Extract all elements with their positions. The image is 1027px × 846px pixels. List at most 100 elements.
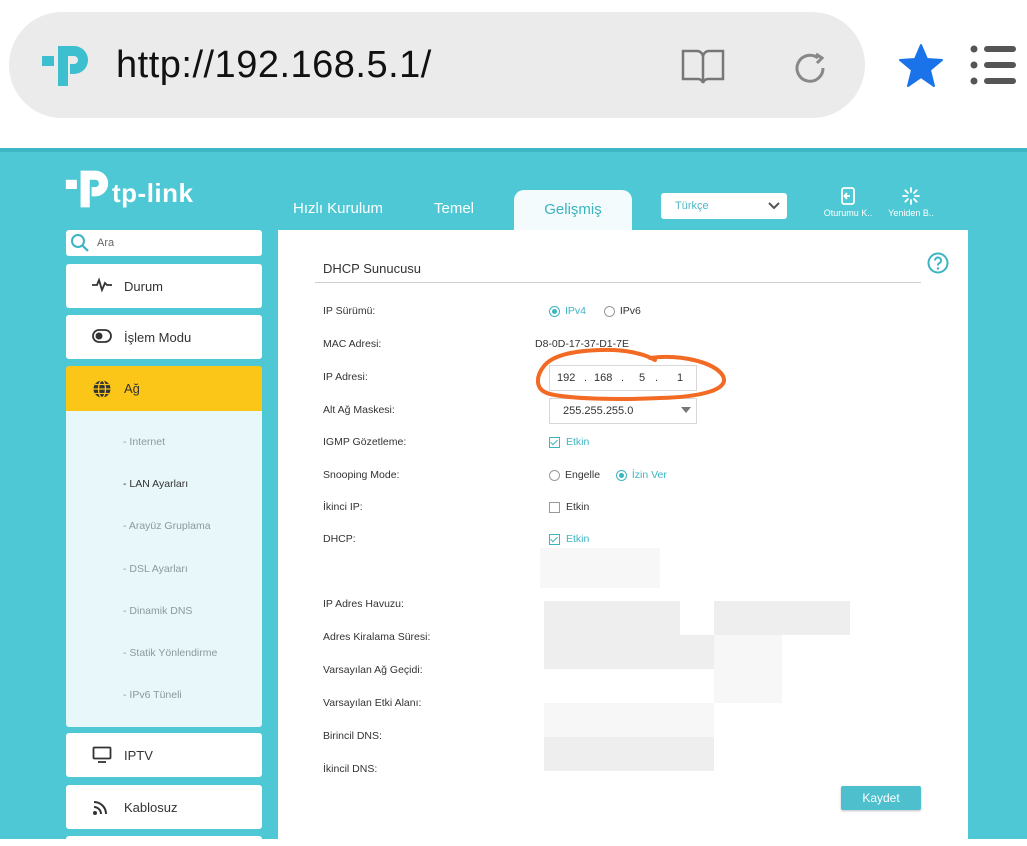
ipv6-radio[interactable] [603,305,615,317]
wireless-icon [93,801,107,815]
ip-octet-1[interactable]: 192 [557,372,575,384]
subnet-mask-value: 255.255.255.0 [563,405,634,417]
mac-value: D8-0D-17-37-D1-7E [535,338,629,350]
dhcp-option-label: Etkin [566,533,590,545]
snooping-group: Engelle İzin Ver [549,469,667,481]
second-ip-label: İkinci IP: [323,501,363,513]
submenu-dynamic-dns[interactable]: - Dinamik DNS [123,605,192,617]
pulse-icon [92,277,112,293]
help-icon[interactable] [927,252,949,274]
submenu-lan-settings[interactable]: - LAN Ayarları [123,478,188,490]
igmp-checkbox[interactable] [549,436,560,448]
tab-quick-setup[interactable]: Hızlı Kurulum [293,200,383,217]
snooping-block-radio[interactable] [549,469,560,481]
save-button[interactable]: Kaydet [841,786,921,810]
sidebar-item-label: Ağ [124,381,140,396]
browser-toolbar: http://192.168.5.1/ [0,0,1027,148]
ip-dot: . [584,372,588,384]
language-select[interactable]: Türkçe [661,193,787,219]
ip-dot: . [655,372,659,384]
ip-address-field[interactable]: 192 . 168 . 5 . 1 [549,365,697,391]
redacted-lease [544,635,714,669]
igmp-option-label: Etkin [566,436,590,448]
globe-icon [93,379,111,399]
ip-version-group: IPv4 IPv6 [549,305,641,317]
redacted-pool-start [544,601,680,635]
ip-version-label: IP Sürümü: [323,305,376,317]
monitor-icon [92,746,112,763]
logout-icon [841,187,855,205]
logout-button[interactable]: Oturumu K.. [818,187,878,218]
sidebar-item-iptv[interactable]: IPTV [66,733,262,777]
snooping-allow-label: İzin Ver [631,469,667,481]
ipv6-label: IPv6 [619,305,641,317]
submenu-dsl-settings[interactable]: - DSL Ayarları [123,563,188,575]
second-ip-option-label: Etkin [566,501,590,513]
sidebar-item-operation-mode[interactable]: İşlem Modu [66,315,262,359]
sidebar-item-label: Durum [124,279,164,294]
reboot-label: Yeniden B.. [888,208,934,218]
dns2-label: İkincil DNS: [323,763,378,775]
reboot-button[interactable]: Yeniden B.. [880,187,942,218]
redacted-area [540,548,660,588]
language-value: Türkçe [675,200,709,212]
dropdown-arrow-icon [681,407,691,413]
search-icon [71,234,89,252]
dhcp-label: DHCP: [323,533,356,545]
dhcp-group: Etkin [549,533,589,545]
igmp-group: Etkin [549,436,589,448]
redacted-dns [544,737,714,771]
submenu-ipv6-tunnel[interactable]: - IPv6 Tüneli [123,689,182,701]
chevron-down-icon [768,202,780,210]
network-submenu: - Internet - LAN Ayarları - Arayüz Grupl… [66,411,262,727]
bookmark-star-icon[interactable] [896,42,946,90]
toggle-icon [92,329,112,343]
search-placeholder: Ara [97,237,115,249]
section-title: DHCP Sunucusu [323,261,422,276]
second-ip-group: Etkin [549,501,589,513]
ip-octet-2[interactable]: 168 [594,372,612,384]
sidebar-item-wireless[interactable]: Kablosuz [66,785,262,829]
igmp-label: IGMP Gözetleme: [323,436,407,448]
sidebar-search-input[interactable]: Ara [66,230,262,256]
subnet-label: Alt Ağ Maskesi: [323,404,395,416]
sidebar-item-label: IPTV [124,748,153,763]
ip-octet-4[interactable]: 1 [677,372,683,384]
url-text[interactable]: http://192.168.5.1/ [116,44,432,87]
submenu-static-routing[interactable]: - Statik Yönlendirme [123,647,217,659]
section-divider [315,282,921,283]
sidebar-item-label: Kablosuz [124,800,178,815]
tp-link-logo-icon [65,170,109,208]
tab-advanced[interactable]: Gelişmiş [514,190,632,230]
ipv4-radio[interactable] [549,305,560,317]
logout-label: Oturumu K.. [823,208,873,218]
dns1-label: Birincil DNS: [323,730,382,742]
sidebar-item-label: İşlem Modu [124,330,192,345]
ip-octet-3[interactable]: 5 [639,372,645,384]
ipv4-label: IPv4 [565,305,587,317]
tp-link-favicon-icon [42,46,88,86]
ip-address-label: IP Adresi: [323,371,368,383]
redacted-domain [544,703,714,737]
subnet-mask-select[interactable]: 255.255.255.0 [549,398,697,424]
ip-dot: . [621,372,625,384]
brand-name: tp-link [112,178,194,208]
gateway-label: Varsayılan Ağ Geçidi: [323,664,423,676]
submenu-interface-grouping[interactable]: - Arayüz Gruplama [123,520,211,532]
sidebar-item-network[interactable]: Ağ [66,366,262,411]
reload-icon[interactable] [790,48,830,88]
pool-label: IP Adres Havuzu: [323,598,404,610]
tab-basic[interactable]: Temel [434,200,474,217]
snooping-allow-radio[interactable] [615,469,627,481]
sidebar-item-status[interactable]: Durum [66,264,262,308]
mac-label: MAC Adresi: [323,338,382,350]
menu-icon[interactable] [968,42,1020,88]
second-ip-checkbox[interactable] [549,501,560,513]
submenu-internet[interactable]: - Internet [123,436,165,448]
sidebar-item-next[interactable] [66,836,262,846]
dhcp-checkbox[interactable] [549,533,560,545]
reader-mode-icon[interactable] [680,46,726,86]
lease-label: Adres Kiralama Süresi: [323,631,431,643]
snooping-label: Snooping Mode: [323,469,400,481]
domain-label: Varsayılan Etki Alanı: [323,697,422,709]
